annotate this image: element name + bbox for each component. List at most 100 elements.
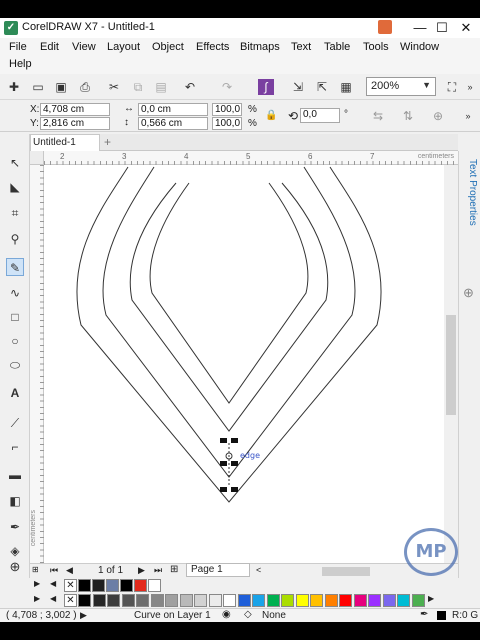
tab-untitled-1[interactable]: Untitled-1: [30, 134, 100, 151]
add-tool-icon[interactable]: ⊕: [6, 558, 24, 576]
menu-view[interactable]: View: [72, 41, 96, 53]
menu-tools[interactable]: Tools: [363, 41, 389, 53]
tab-page-1[interactable]: Page 1: [186, 563, 250, 577]
zoom-level-select[interactable]: 200% ▼: [366, 77, 436, 96]
paste-icon[interactable]: ▤: [153, 79, 169, 95]
toolbar-overflow-icon[interactable]: »: [462, 79, 478, 95]
propbar-overflow-icon[interactable]: »: [460, 108, 476, 124]
tab-text-properties[interactable]: Text Properties: [462, 159, 478, 255]
palette-options-icon[interactable]: ▶: [34, 579, 40, 588]
zoom-tool-icon[interactable]: ⚲: [6, 230, 24, 248]
redo-icon[interactable]: ↷: [219, 79, 235, 95]
color-swatch[interactable]: [150, 594, 164, 607]
color-swatch[interactable]: [121, 594, 135, 607]
user-profile-icon[interactable]: [378, 20, 392, 34]
copy-icon[interactable]: ⧉: [130, 79, 146, 95]
text-tool-icon[interactable]: A: [6, 384, 24, 402]
publish-pdf-icon[interactable]: ▦: [338, 79, 354, 95]
color-swatch[interactable]: [92, 594, 106, 607]
color-swatch[interactable]: [266, 594, 280, 607]
y-position-field[interactable]: 2,816 cm: [40, 117, 110, 130]
full-screen-icon[interactable]: ⛶: [444, 79, 460, 95]
mirror-vertical-icon[interactable]: ⇅: [400, 108, 416, 124]
horizontal-scroll-thumb[interactable]: [322, 567, 370, 576]
next-page-icon[interactable]: ▶: [138, 565, 145, 576]
menu-text[interactable]: Text: [291, 41, 311, 53]
vertical-ruler[interactable]: centimeters: [30, 165, 44, 563]
rotation-field[interactable]: 0,0: [300, 108, 340, 123]
open-folder-icon[interactable]: ▭: [30, 79, 46, 95]
palette-row-arrow-icon[interactable]: ◀: [50, 594, 56, 603]
new-document-icon[interactable]: ✚: [6, 79, 22, 95]
polygon-tool-icon[interactable]: ⬭: [6, 356, 24, 374]
color-swatch[interactable]: [179, 594, 193, 607]
color-swatch[interactable]: [106, 579, 119, 592]
menu-effects[interactable]: Effects: [196, 41, 229, 53]
color-swatch[interactable]: [339, 594, 352, 607]
color-swatch[interactable]: [165, 594, 178, 607]
vertical-scrollbar[interactable]: [444, 165, 458, 563]
previous-page-icon[interactable]: ◀: [66, 565, 73, 576]
scroll-left-icon[interactable]: <: [256, 565, 261, 575]
color-swatch[interactable]: [194, 594, 207, 607]
color-swatch[interactable]: [223, 594, 236, 607]
eyedropper-tool-icon[interactable]: ✒: [6, 518, 24, 536]
cut-icon[interactable]: ✂: [106, 79, 122, 95]
menu-layout[interactable]: Layout: [107, 41, 140, 53]
color-swatch[interactable]: [397, 594, 410, 607]
color-swatch[interactable]: [382, 594, 396, 607]
color-swatch[interactable]: [237, 594, 251, 607]
color-swatch[interactable]: [281, 594, 294, 607]
menu-window[interactable]: Window: [400, 41, 439, 53]
maximize-button[interactable]: ☐: [432, 19, 452, 37]
freehand-tool-icon[interactable]: ✎: [6, 258, 24, 276]
menu-help[interactable]: Help: [9, 58, 32, 70]
no-color-swatch[interactable]: ✕: [64, 594, 77, 607]
add-page-icon[interactable]: ⊞: [170, 564, 178, 575]
height-field[interactable]: 0,566 cm: [138, 117, 208, 130]
mirror-horizontal-icon[interactable]: ⇆: [370, 108, 386, 124]
menu-table[interactable]: Table: [324, 41, 350, 53]
export-icon[interactable]: ⇱: [314, 79, 330, 95]
palette-scroll-right-icon[interactable]: ▶: [428, 594, 434, 603]
close-button[interactable]: ✕: [456, 19, 476, 37]
menu-file[interactable]: File: [9, 41, 27, 53]
shape-tool-icon[interactable]: ◣: [6, 178, 24, 196]
color-swatch[interactable]: [208, 594, 222, 607]
pick-tool-icon[interactable]: ↖: [6, 154, 24, 172]
scale-width-field[interactable]: 100,0: [212, 103, 242, 116]
last-page-icon[interactable]: ⏭: [154, 565, 162, 576]
color-swatch[interactable]: [120, 579, 133, 592]
drawing-canvas[interactable]: edge: [44, 165, 444, 563]
search-content-icon[interactable]: ∫: [258, 79, 274, 95]
parallel-dimension-icon[interactable]: ⟋: [6, 414, 24, 432]
rectangle-tool-icon[interactable]: □: [6, 308, 24, 326]
color-swatch[interactable]: [78, 594, 91, 607]
page-layout-icon[interactable]: ⊞: [32, 565, 39, 574]
print-icon[interactable]: ⎙: [77, 79, 93, 95]
color-swatch[interactable]: [148, 579, 161, 592]
palette-scroll-left-icon[interactable]: ▶: [34, 594, 40, 603]
x-position-field[interactable]: 4,708 cm: [40, 103, 110, 116]
color-swatch[interactable]: [107, 594, 120, 607]
connector-tool-icon[interactable]: ⌐: [6, 438, 24, 456]
width-field[interactable]: 0,0 cm: [138, 103, 208, 116]
menu-object[interactable]: Object: [152, 41, 184, 53]
status-play-icon[interactable]: ▶: [80, 610, 87, 621]
add-docker-icon[interactable]: ⊕: [463, 285, 474, 301]
palette-row-arrow-icon[interactable]: ◀: [50, 579, 56, 588]
color-swatch[interactable]: [353, 594, 367, 607]
add-tab-icon[interactable]: +: [104, 135, 111, 149]
vertical-scroll-thumb[interactable]: [446, 315, 456, 415]
first-page-icon[interactable]: ⏮: [50, 565, 58, 576]
color-proof-icon[interactable]: ◉: [222, 609, 231, 620]
ruler-origin[interactable]: [30, 151, 44, 165]
add-node-icon[interactable]: ⊕: [430, 108, 446, 124]
menu-edit[interactable]: Edit: [40, 41, 59, 53]
color-swatch[interactable]: [92, 579, 105, 592]
ellipse-tool-icon[interactable]: ○: [6, 332, 24, 350]
import-icon[interactable]: ⇲: [290, 79, 306, 95]
horizontal-ruler[interactable]: 2 3 4 5 6 7 centimeters: [44, 151, 458, 165]
transparency-tool-icon[interactable]: ◧: [6, 492, 24, 510]
color-swatch[interactable]: [368, 594, 381, 607]
